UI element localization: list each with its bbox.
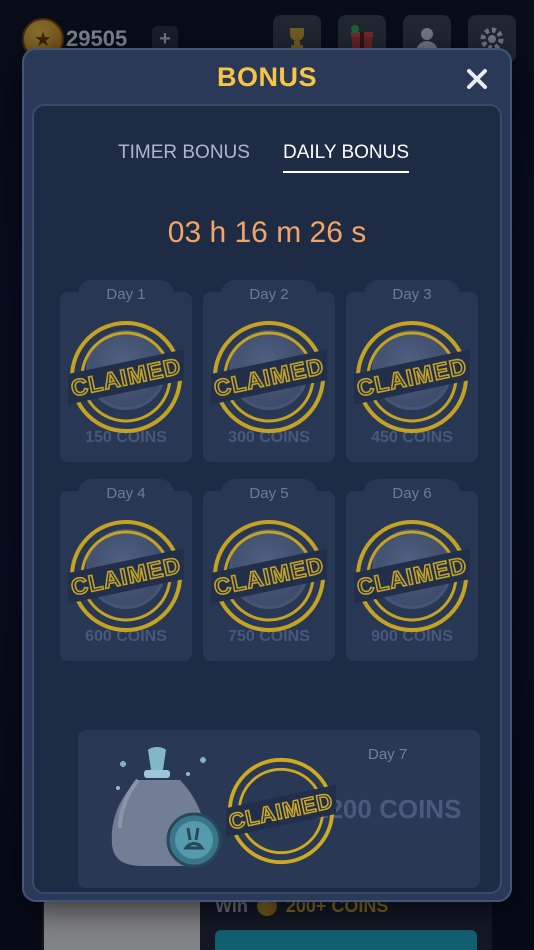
countdown-timer: 03 h 16 m 26 s — [167, 216, 367, 249]
day-amount: 1200 COINS — [314, 794, 462, 824]
day-card-3[interactable]: Day 3 450 COINS CLAIMED — [346, 280, 478, 462]
day-card-2[interactable]: Day 2 300 COINS CLAIMED — [203, 280, 335, 462]
day-amount: 300 COINS — [228, 429, 310, 446]
tab-timer-bonus[interactable]: TIMER BONUS — [118, 142, 250, 164]
tab-bar: TIMER BONUS DAILY BONUS — [34, 142, 500, 178]
day-label: Day 5 — [221, 479, 317, 511]
bunny-coin-icon — [372, 529, 452, 609]
day-label: Day 2 — [221, 280, 317, 312]
bonus-panel: TIMER BONUS DAILY BONUS 03 h 16 m 26 s D… — [32, 104, 502, 894]
day-label: Day 4 — [78, 479, 174, 511]
day-card-7[interactable]: Day 7 1200 COINS CLAIMED — [78, 730, 480, 888]
day-amount: 600 COINS — [85, 628, 167, 645]
day-amount: 900 COINS — [371, 628, 453, 645]
day-card-5[interactable]: Day 5 750 COINS CLAIMED — [203, 479, 335, 661]
bonus-modal: BONUS TIMER BONUS DAILY BONUS 03 h 16 m … — [22, 48, 512, 902]
bunny-coin-icon — [86, 330, 166, 410]
day-card-6[interactable]: Day 6 900 COINS CLAIMED — [346, 479, 478, 661]
day-card-4[interactable]: Day 4 600 COINS CLAIMED — [60, 479, 192, 661]
day-label: Day 1 — [78, 280, 174, 312]
close-button[interactable] — [462, 64, 492, 94]
modal-title: BONUS — [216, 62, 317, 92]
close-icon — [467, 69, 487, 89]
tab-daily-bonus[interactable]: DAILY BONUS — [283, 142, 410, 173]
bunny-coin-icon — [86, 529, 166, 609]
day-amount: 450 COINS — [371, 429, 453, 446]
bunny-coin-icon — [372, 330, 452, 410]
day-amount: 150 COINS — [85, 429, 167, 446]
day-card-1[interactable]: Day 1 150 COINS CLAIMED — [60, 280, 192, 462]
day-label: Day 7 — [368, 746, 408, 763]
bunny-coin-icon — [229, 330, 309, 410]
day-amount: 750 COINS — [228, 628, 310, 645]
day-label: Day 3 — [364, 280, 460, 312]
coin-bag-icon — [111, 747, 222, 868]
day-label: Day 6 — [364, 479, 460, 511]
bunny-coin-icon — [229, 529, 309, 609]
